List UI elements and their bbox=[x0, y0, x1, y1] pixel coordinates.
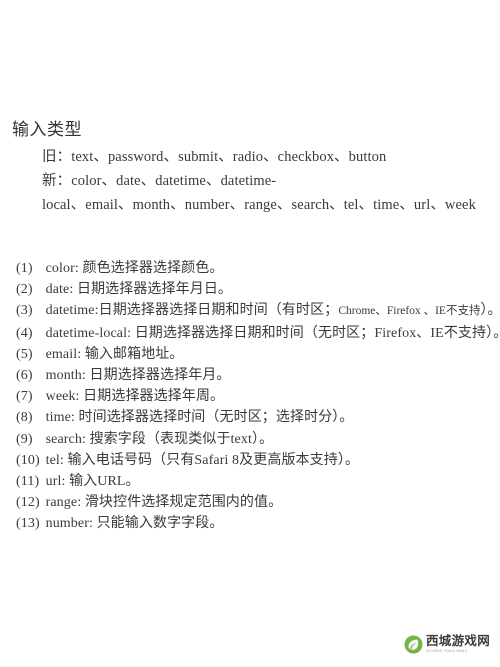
list-item-type-name: week: bbox=[45, 389, 80, 405]
site-watermark: 西城游戏网 XICHENG YOUXI WANG bbox=[404, 632, 496, 656]
list-item-type-name: search: bbox=[45, 431, 86, 447]
list-item-index: (13) bbox=[16, 516, 40, 532]
list-item: (8) time: 时间选择器选择时间（无时区；选择时分）。 bbox=[0, 407, 500, 428]
list-item: (5) email: 输入邮箱地址。 bbox=[0, 344, 500, 365]
intro-line-new-cont: local、email、month、number、range、search、te… bbox=[42, 197, 476, 213]
list-item-type-name: datetime-local: bbox=[45, 325, 132, 341]
list-item-description: 颜色选择器选择颜色。 bbox=[82, 261, 224, 276]
watermark-subtitle: XICHENG YOUXI WANG bbox=[426, 648, 468, 653]
list-item: (12) range: 滑块控件选择规定范围内的值。 bbox=[0, 492, 500, 513]
list-item-description-post: ）。 bbox=[480, 303, 500, 319]
list-item: (11) url: 输入URL。 bbox=[0, 471, 500, 492]
page-title: 输入类型 bbox=[12, 120, 82, 139]
intro-line-old: 旧：text、password、submit、radio、checkbox、bu… bbox=[42, 149, 387, 165]
list-item-index: (7) bbox=[16, 389, 33, 405]
list-item-index: (9) bbox=[16, 431, 33, 447]
list-item-type-name: month: bbox=[45, 368, 86, 384]
watermark-text-group: 西城游戏网 XICHENG YOUXI WANG bbox=[426, 635, 490, 653]
list-item-type-name: time: bbox=[45, 410, 75, 426]
list-item-type-name: url: bbox=[45, 474, 66, 490]
list-item-description: 输入电话号码（只有Safari 8及更高版本支持）。 bbox=[67, 452, 360, 468]
list-item-description: 输入URL。 bbox=[69, 474, 140, 490]
list-item: (1) color: 颜色选择器选择颜色。 bbox=[0, 258, 500, 279]
leaf-logo-icon bbox=[404, 635, 423, 654]
list-item-description: 只能输入数字字段。 bbox=[96, 516, 224, 532]
watermark-title: 西城游戏网 bbox=[426, 634, 491, 649]
list-item: (6) month: 日期选择器选择年月。 bbox=[0, 365, 500, 386]
list-item-description: 日期选择器选择年月。 bbox=[89, 368, 231, 384]
list-item: (9) search: 搜索字段（表现类似于text）。 bbox=[0, 429, 500, 450]
list-item-type-name: datetime: bbox=[45, 303, 99, 319]
list-item-index: (5) bbox=[16, 346, 33, 362]
list-item-index: (12) bbox=[16, 495, 40, 511]
list-item-index: (11) bbox=[16, 474, 40, 490]
list-item-description: 日期选择器选择日期和时间（无时区；Firefox、IE不支持）。 bbox=[134, 325, 500, 341]
list-item-type-name: number: bbox=[45, 516, 93, 532]
list-item-index: (3) bbox=[16, 303, 33, 319]
list-item-index: (1) bbox=[16, 261, 33, 276]
list-item: (4) datetime-local: 日期选择器选择日期和时间（无时区；Fir… bbox=[0, 323, 500, 344]
list-item-description-pre: 日期选择器选择日期和时间（有时区； bbox=[98, 303, 339, 319]
list-item-index: (2) bbox=[16, 282, 33, 298]
list-item-description: 日期选择器选择年周。 bbox=[83, 389, 225, 405]
list-item-browser-support-note: Chrome、Firefox 、IE不支持 bbox=[338, 305, 481, 318]
input-type-list: (1) color: 颜色选择器选择颜色。 (2) date: 日期选择器选择年… bbox=[0, 258, 500, 535]
list-item-index: (8) bbox=[16, 410, 33, 426]
list-item: (3) datetime:日期选择器选择日期和时间（有时区；Chrome、Fir… bbox=[0, 300, 500, 322]
list-item-type-name: date: bbox=[45, 282, 74, 298]
list-item: (13) number: 只能输入数字字段。 bbox=[0, 513, 500, 534]
list-item-description: 滑块控件选择规定范围内的值。 bbox=[84, 495, 283, 511]
heading-block: 输入类型 旧：text、password、submit、radio、checkb… bbox=[0, 118, 500, 218]
list-item-index: (10) bbox=[16, 452, 40, 468]
list-item: (7) week: 日期选择器选择年周。 bbox=[0, 386, 500, 407]
list-item-description: 搜索字段（表现类似于text）。 bbox=[89, 431, 274, 447]
list-item-description: 日期选择器选择年月日。 bbox=[76, 282, 233, 298]
list-item-index: (6) bbox=[16, 368, 33, 384]
intro-line-new: 新：color、date、datetime、datetime- bbox=[42, 173, 277, 189]
list-item: (10) tel: 输入电话号码（只有Safari 8及更高版本支持）。 bbox=[0, 450, 500, 471]
document-page: 输入类型 旧：text、password、submit、radio、checkb… bbox=[0, 0, 500, 667]
list-item-type-name: tel: bbox=[45, 452, 64, 468]
list-item-type-name: range: bbox=[45, 495, 82, 511]
list-item-description: 时间选择器选择时间（无时区；选择时分）。 bbox=[78, 410, 354, 426]
list-item-type-name: color: bbox=[45, 261, 79, 276]
list-item: (2) date: 日期选择器选择年月日。 bbox=[0, 279, 500, 300]
list-item-type-name: email: bbox=[45, 346, 82, 362]
list-item-description: 输入邮箱地址。 bbox=[84, 346, 184, 362]
list-item-index: (4) bbox=[16, 325, 33, 341]
